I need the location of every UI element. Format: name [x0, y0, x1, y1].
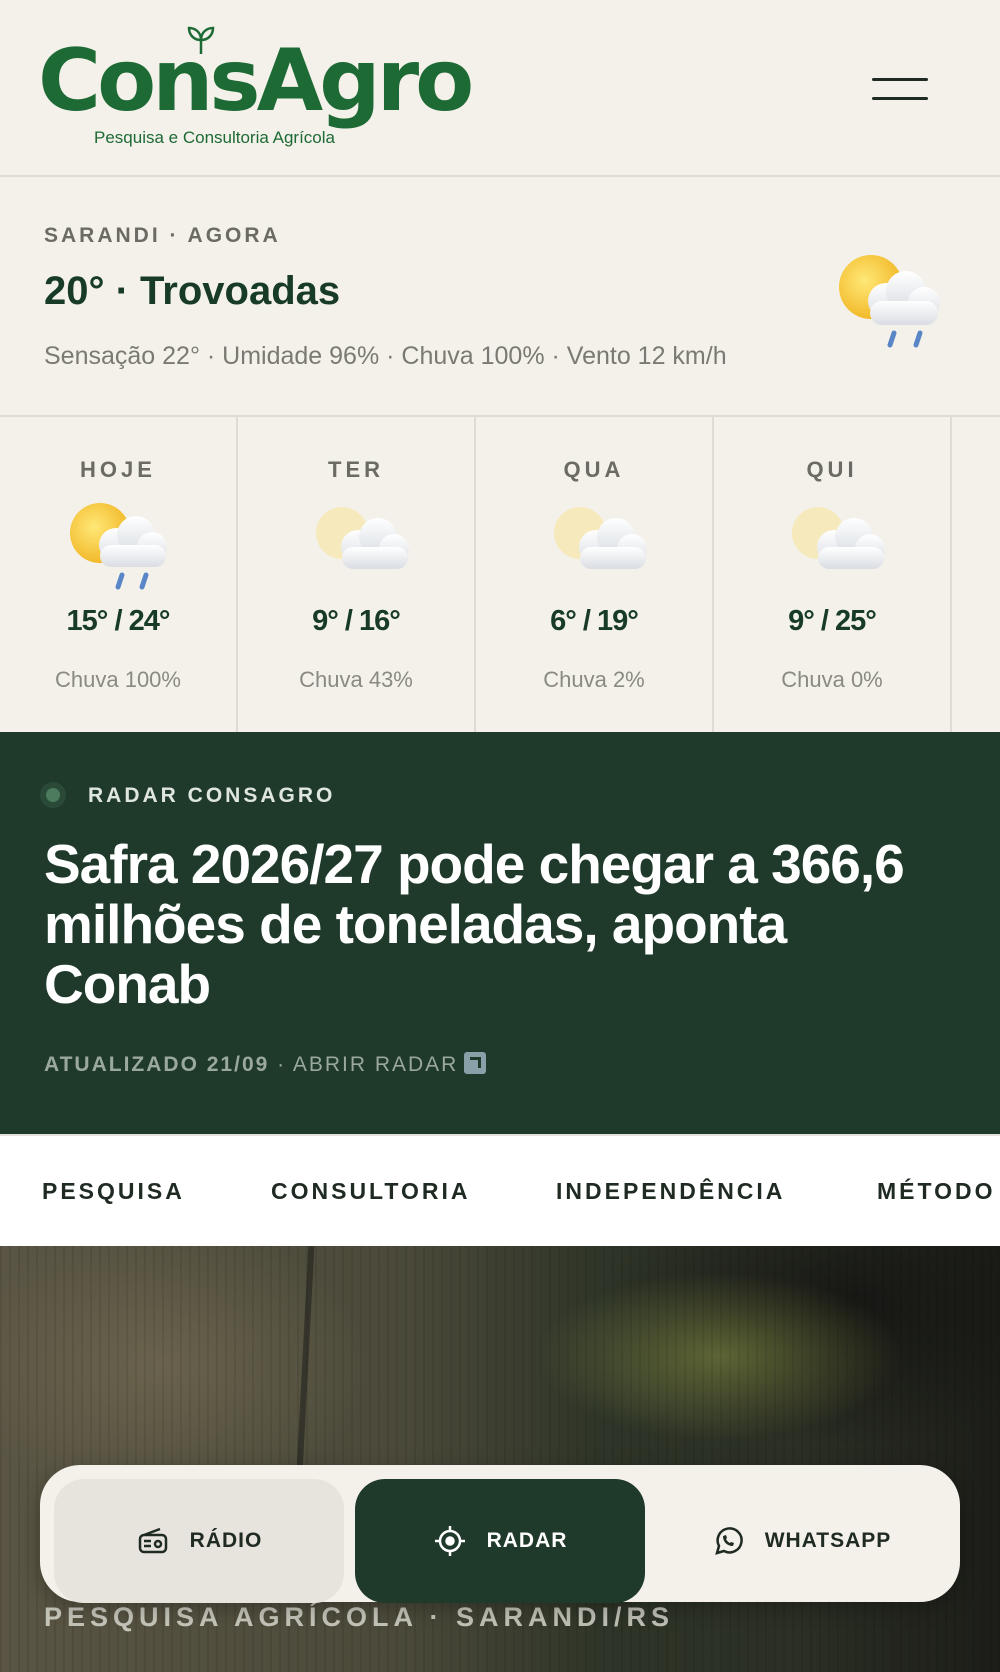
whatsapp-label: WHATSAPP [764, 1529, 892, 1552]
day-rain: Chuva 2% [543, 667, 645, 692]
day-rain: Chuva 0% [781, 667, 883, 692]
radar-separator: · [269, 1053, 293, 1076]
forecast-day: HOJE 15° / 24° Chuva 100% [0, 417, 238, 732]
forecast-day: QUI 9° / 25° Chuva 0% [714, 417, 952, 732]
hero-image: PESQUISA AGRÍCOLA · SARANDI/RS [0, 1246, 1000, 1672]
radar-section[interactable]: RADAR CONSAGRO Safra 2026/27 pode chegar… [0, 732, 1000, 1134]
day-temp: 9° / 16° [312, 605, 401, 637]
nav-item-pesquisa[interactable]: PESQUISA [42, 1178, 185, 1205]
radar-label: RADAR CONSAGRO [88, 784, 336, 807]
hero-caption: PESQUISA AGRÍCOLA · SARANDI/RS [44, 1602, 675, 1632]
day-name: HOJE [80, 457, 156, 482]
whatsapp-icon [714, 1527, 743, 1555]
day-name: QUA [563, 457, 625, 482]
section-nav: PESQUISA CONSULTORIA INDEPENDÊNCIA MÉTOD… [0, 1134, 1000, 1246]
live-dot-icon [46, 788, 60, 802]
current-weather: SARANDI · AGORA 20° · Trovoadas Sensação… [0, 177, 1000, 417]
day-name: QUI [806, 457, 858, 482]
current-location: SARANDI · AGORA [44, 224, 281, 247]
forecast-day: QUA 6° / 19° Chuva 2% [476, 417, 714, 732]
day-rain: Chuva 43% [299, 667, 413, 692]
radio-icon [138, 1527, 167, 1554]
sun-cloud-rain-icon [839, 255, 940, 348]
nav-item-consultoria[interactable]: CONSULTORIA [271, 1178, 471, 1205]
logo-tagline: Pesquisa e Consultoria Agrícola [94, 128, 335, 147]
whatsapp-button[interactable]: WHATSAPP [656, 1479, 946, 1603]
open-radar-link[interactable]: ABRIR RADAR [293, 1053, 459, 1076]
logo-wordmark: ConsAgro [38, 31, 474, 131]
radar-button-label: RADAR [486, 1529, 568, 1552]
external-link-icon[interactable] [464, 1052, 487, 1074]
forecast-strip[interactable]: HOJE 15° / 24° Chuva 100% TER 9° / 16° C… [0, 417, 1000, 732]
current-headline: 20° · Trovoadas [44, 269, 341, 313]
sun-cloud-icon [316, 507, 409, 569]
radar-headline[interactable]: Safra 2026/27 pode chegar a 366,6 milhõe… [44, 834, 944, 1014]
sprout-icon [187, 26, 215, 54]
crosshair-icon [434, 1526, 465, 1556]
forecast-day-partial [952, 417, 1000, 732]
consagro-logo[interactable]: ConsAgro Pesquisa e Consultoria Agrícola [38, 26, 474, 153]
site-header: ConsAgro Pesquisa e Consultoria Agrícola [0, 0, 1000, 177]
nav-item-metodo[interactable]: MÉTODO [877, 1178, 996, 1205]
sun-cloud-icon [792, 507, 885, 569]
hamburger-menu-icon[interactable] [872, 78, 928, 100]
radio-label: RÁDIO [189, 1529, 263, 1552]
day-temp: 6° / 19° [550, 605, 639, 637]
day-rain: Chuva 100% [55, 667, 181, 692]
radar-updated: ATUALIZADO 21/09 [44, 1053, 270, 1076]
day-temp: 15° / 24° [66, 605, 171, 637]
day-name: TER [328, 457, 384, 482]
radar-button[interactable]: RADAR [355, 1479, 645, 1603]
radio-button[interactable]: RÁDIO [54, 1479, 344, 1603]
forecast-day: TER 9° / 16° Chuva 43% [238, 417, 476, 732]
sun-cloud-rain-icon [70, 503, 167, 590]
bottom-action-bar: RÁDIO RADAR WHATSAPP [40, 1465, 960, 1603]
nav-item-independencia[interactable]: INDEPENDÊNCIA [556, 1178, 785, 1205]
day-temp: 9° / 25° [788, 605, 877, 637]
radar-meta: ATUALIZADO 21/09 · ABRIR RADAR [44, 1052, 487, 1077]
sun-cloud-icon [554, 507, 647, 569]
current-details: Sensação 22° · Umidade 96% · Chuva 100% … [44, 342, 727, 370]
